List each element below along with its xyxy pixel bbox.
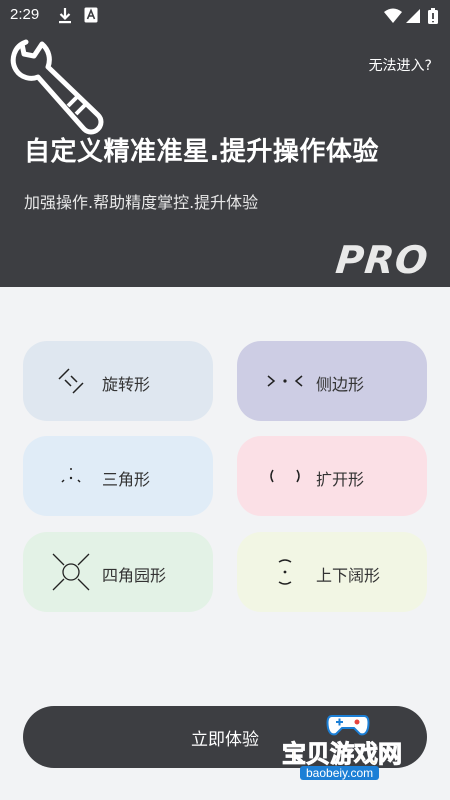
page-subtitle: 加强操作.帮助精度掌控.提升体验	[24, 193, 259, 212]
option-rotate[interactable]: 旋转形	[23, 341, 213, 421]
option-label: 侧边形	[316, 375, 365, 394]
expand-crosshair-icon	[270, 469, 300, 483]
status-right-icons	[384, 8, 438, 24]
triangle-crosshair-icon	[61, 468, 81, 483]
option-label: 扩开形	[316, 470, 365, 489]
battery-icon	[428, 8, 438, 24]
status-bar: 2:29	[0, 0, 450, 32]
download-icon	[59, 8, 71, 24]
option-side[interactable]: 侧边形	[237, 341, 427, 421]
page-title: 自定义精准准星.提升操作体验	[24, 137, 379, 167]
option-triangle[interactable]: 三角形	[23, 436, 213, 516]
a-icon	[84, 7, 98, 23]
option-label: 旋转形	[102, 375, 151, 394]
option-up-down-wide[interactable]: 上下阔形	[237, 532, 427, 612]
side-crosshair-icon	[267, 375, 303, 387]
watermark-url: baobeiy.com	[300, 766, 380, 780]
option-four-corner-circle[interactable]: 四角园形	[23, 532, 213, 612]
watermark-text: 宝贝游戏网	[282, 740, 403, 769]
option-expand[interactable]: 扩开形	[237, 436, 427, 516]
up-down-wide-crosshair-icon	[278, 559, 292, 585]
pro-badge: PRO	[333, 238, 431, 282]
wifi-icon	[384, 8, 402, 23]
status-time: 2:29	[10, 6, 40, 23]
watermark: 宝贝游戏网 baobeiy.com	[268, 708, 428, 782]
wrench-icon	[10, 39, 104, 135]
header: 2:29 无法进入? 自定义精准准星.提升操作体验 加强操作.帮助精度掌控.提升…	[0, 0, 450, 287]
four-corner-circle-crosshair-icon	[52, 553, 90, 591]
option-label: 四角园形	[102, 566, 167, 585]
rotate-crosshair-icon	[58, 368, 84, 394]
signal-icon	[406, 9, 420, 23]
cannot-enter-link[interactable]: 无法进入?	[369, 55, 432, 75]
option-label: 上下阔形	[316, 566, 381, 585]
option-label: 三角形	[102, 470, 151, 489]
